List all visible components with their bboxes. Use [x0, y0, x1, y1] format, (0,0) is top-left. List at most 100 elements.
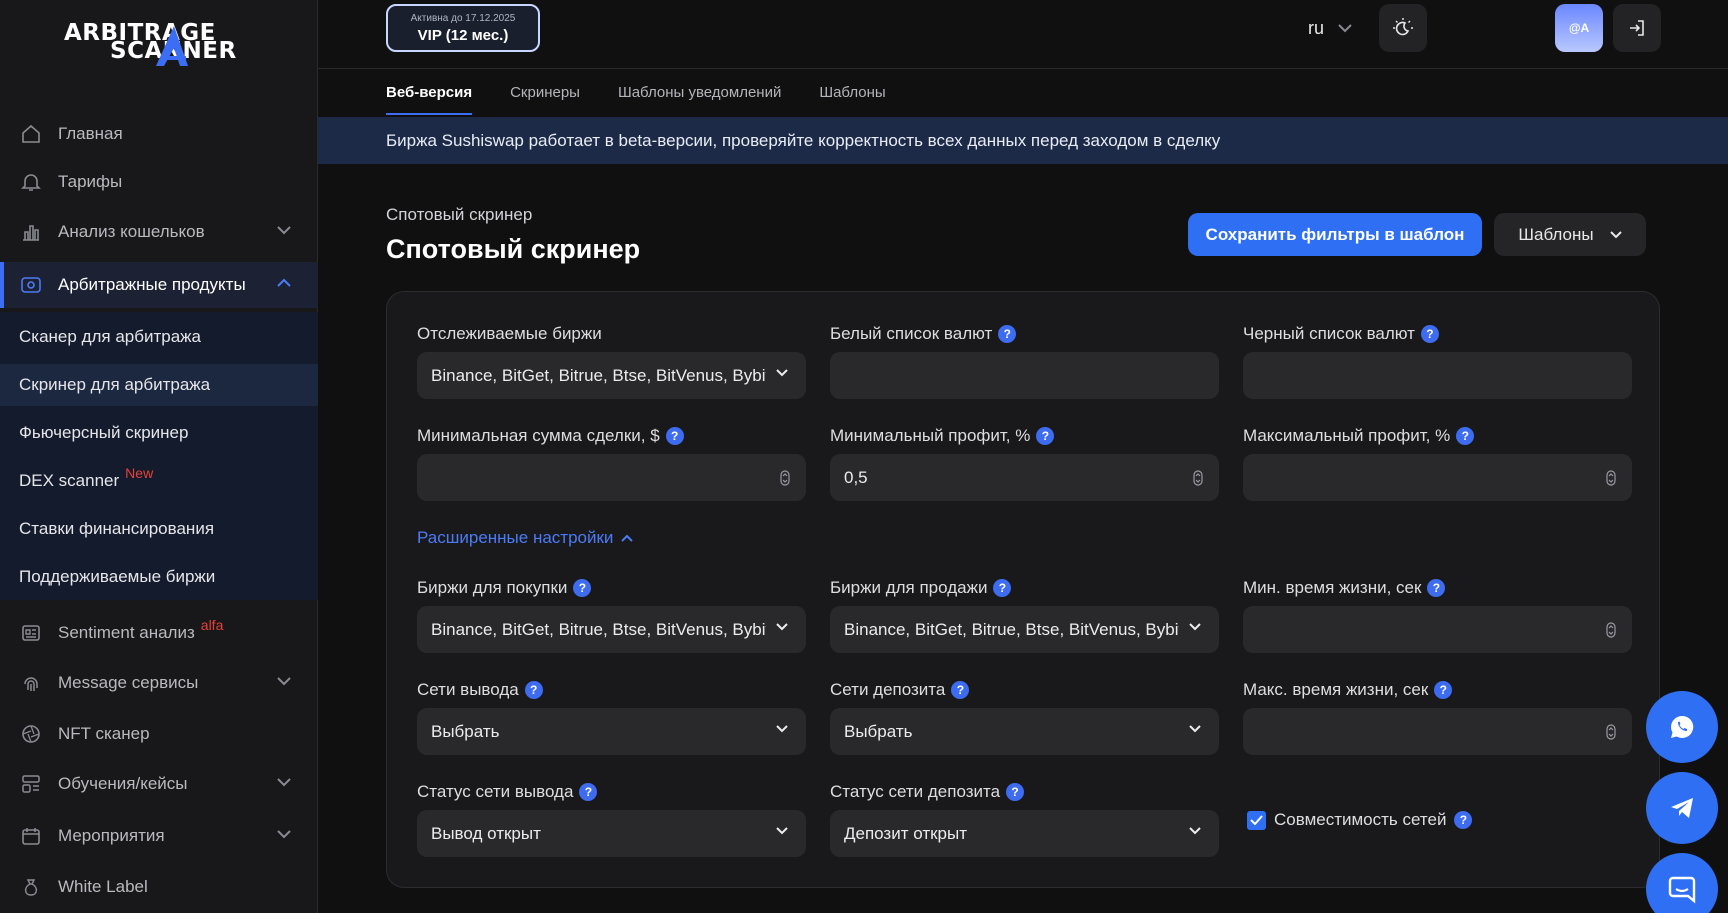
sidebar-item-events[interactable]: Мероприятия	[0, 813, 318, 859]
network-compat-field: Совместимость сетей ?	[1247, 810, 1473, 830]
help-icon[interactable]: ?	[579, 783, 598, 801]
min-profit-input[interactable]: 0,5	[830, 454, 1219, 501]
withdraw-status-label: Статус сети вывода?	[417, 782, 598, 802]
withdraw-networks-select[interactable]: Выбрать	[417, 708, 806, 755]
stepper-icon[interactable]	[1193, 470, 1203, 486]
sidebar-item-label: White Label	[58, 877, 148, 896]
help-icon[interactable]: ?	[1420, 325, 1439, 343]
sidebar-item-wallet-analysis[interactable]: Анализ кошельков	[0, 209, 318, 255]
tab-templates[interactable]: Шаблоны	[819, 84, 885, 115]
chevron-down-icon	[1609, 230, 1622, 238]
filters-card: Отслеживаемые биржи Binance, BitGet, Bit…	[386, 291, 1660, 888]
submenu-item-dex-scanner[interactable]: DEX scanner New	[0, 460, 318, 502]
logout-button[interactable]	[1613, 4, 1661, 52]
sidebar-item-label: NFT сканер	[58, 724, 150, 743]
moon-sun-icon	[1393, 18, 1413, 36]
language-select[interactable]: ru	[1308, 18, 1352, 39]
buy-exchanges-select[interactable]: Binance, BitGet, Bitrue, Btse, BitVenus,…	[417, 606, 806, 653]
deposit-networks-select[interactable]: Выбрать	[830, 708, 1219, 755]
sidebar-item-nft-scanner[interactable]: NFT сканер	[0, 711, 318, 757]
network-compat-checkbox[interactable]	[1247, 810, 1266, 830]
tab-notification-templates[interactable]: Шаблоны уведомлений	[618, 84, 781, 115]
save-filters-button[interactable]: Сохранить фильтры в шаблон	[1188, 213, 1482, 256]
help-icon[interactable]: ?	[1454, 811, 1473, 829]
max-profit-label: Максимальный профит, %?	[1243, 426, 1475, 446]
bell-icon	[21, 174, 41, 191]
help-icon[interactable]: ?	[998, 325, 1017, 343]
withdraw-status-select[interactable]: Вывод открыт	[417, 810, 806, 857]
sidebar-item-message-services[interactable]: Message сервисы	[0, 660, 318, 706]
buy-exchanges-label: Биржи для покупки?	[417, 578, 592, 598]
chat-bubble-icon	[1668, 876, 1696, 904]
help-icon[interactable]: ?	[665, 427, 684, 445]
aperture-icon	[22, 725, 40, 743]
max-lifetime-label: Макс. время жизни, сек?	[1243, 680, 1453, 700]
chevron-down-icon	[277, 677, 291, 686]
telegram-icon	[1671, 798, 1693, 818]
sidebar-item-tariffs[interactable]: Тарифы	[0, 159, 318, 205]
help-icon[interactable]: ?	[1006, 783, 1025, 801]
help-icon[interactable]: ?	[524, 681, 543, 699]
max-profit-input[interactable]	[1243, 454, 1632, 501]
stepper-icon[interactable]	[1606, 470, 1616, 486]
sidebar-item-sentiment[interactable]: Sentiment анализ alfa	[0, 610, 318, 656]
submenu-item-supported-exchanges[interactable]: Поддерживаемые биржи	[0, 556, 318, 598]
min-lifetime-input[interactable]	[1243, 606, 1632, 653]
telegram-button[interactable]	[1646, 772, 1718, 844]
theme-toggle-button[interactable]	[1379, 4, 1427, 52]
tracked-exchanges-label: Отслеживаемые биржи	[417, 324, 602, 343]
max-lifetime-input[interactable]	[1243, 708, 1632, 755]
blacklist-label: Черный список валют?	[1243, 324, 1439, 344]
logout-icon	[1630, 20, 1644, 36]
advanced-settings-toggle[interactable]: Расширенные настройки	[417, 528, 634, 548]
language-value: ru	[1308, 18, 1325, 38]
templates-dropdown[interactable]: Шаблоны	[1494, 213, 1646, 256]
min-deal-input[interactable]	[417, 454, 806, 501]
chat-button[interactable]	[1646, 853, 1718, 913]
submenu-item-arbitrage-screener[interactable]: Скринер для арбитража	[0, 364, 318, 406]
logo[interactable]: ARBITRAGE SCANNER	[64, 18, 260, 68]
whitelist-label: Белый список валют?	[830, 324, 1017, 344]
chevron-down-icon	[1189, 827, 1201, 835]
sidebar-item-label: Тарифы	[58, 172, 123, 191]
help-icon[interactable]: ?	[993, 579, 1012, 597]
min-profit-label: Минимальный профит, %?	[830, 426, 1055, 446]
help-icon[interactable]: ?	[573, 579, 592, 597]
sidebar-item-arbitrage-products[interactable]: Арбитражные продукты	[0, 262, 318, 308]
submenu-item-arbitrage-scanner[interactable]: Сканер для арбитража	[0, 316, 318, 358]
subscription-badge[interactable]: Активна до 17.12.2025 VIP (12 мес.)	[386, 4, 540, 52]
deposit-status-select[interactable]: Депозит открыт	[830, 810, 1219, 857]
tab-screeners[interactable]: Скринеры	[510, 84, 580, 115]
whitelist-input[interactable]	[830, 352, 1219, 399]
submenu-item-funding-rates[interactable]: Ставки финансирования	[0, 508, 318, 550]
sell-exchanges-select[interactable]: Binance, BitGet, Bitrue, Btse, BitVenus,…	[830, 606, 1219, 653]
sidebar-item-white-label[interactable]: White Label	[0, 864, 318, 910]
sidebar-item-label: Арбитражные продукты	[58, 275, 246, 294]
subscription-expiry: Активна до 17.12.2025	[410, 13, 516, 24]
sidebar-item-label: Обучения/кейсы	[58, 774, 188, 793]
help-icon[interactable]: ?	[1434, 681, 1453, 699]
sidebar-item-home[interactable]: Главная	[0, 111, 318, 157]
chevron-down-icon	[277, 226, 291, 235]
deposit-status-label: Статус сети депозита?	[830, 782, 1025, 802]
stepper-icon[interactable]	[1606, 622, 1616, 638]
tracked-exchanges-select[interactable]: Binance, BitGet, Bitrue, Btse, BitVenus,…	[417, 352, 806, 399]
avatar[interactable]: @A	[1555, 4, 1603, 52]
sidebar-item-label: Sentiment анализ alfa	[58, 617, 224, 642]
stepper-icon[interactable]	[1606, 724, 1616, 740]
calendar-icon	[22, 828, 40, 845]
whatsapp-button[interactable]	[1646, 691, 1718, 763]
fingerprint-icon	[24, 677, 38, 691]
help-icon[interactable]: ?	[1427, 579, 1446, 597]
help-icon[interactable]: ?	[1456, 427, 1475, 445]
sidebar-item-education[interactable]: Обучения/кейсы	[0, 761, 318, 807]
tab-web-version[interactable]: Веб-версия	[386, 84, 473, 115]
check-icon	[1250, 815, 1263, 825]
help-icon[interactable]: ?	[1036, 427, 1055, 445]
chevron-up-icon	[621, 534, 634, 542]
blacklist-input[interactable]	[1243, 352, 1632, 399]
help-icon[interactable]: ?	[951, 681, 970, 699]
submenu-item-futures-screener[interactable]: Фьючерсный скринер	[0, 412, 318, 454]
chevron-down-icon	[776, 369, 788, 377]
stepper-icon[interactable]	[780, 470, 790, 486]
